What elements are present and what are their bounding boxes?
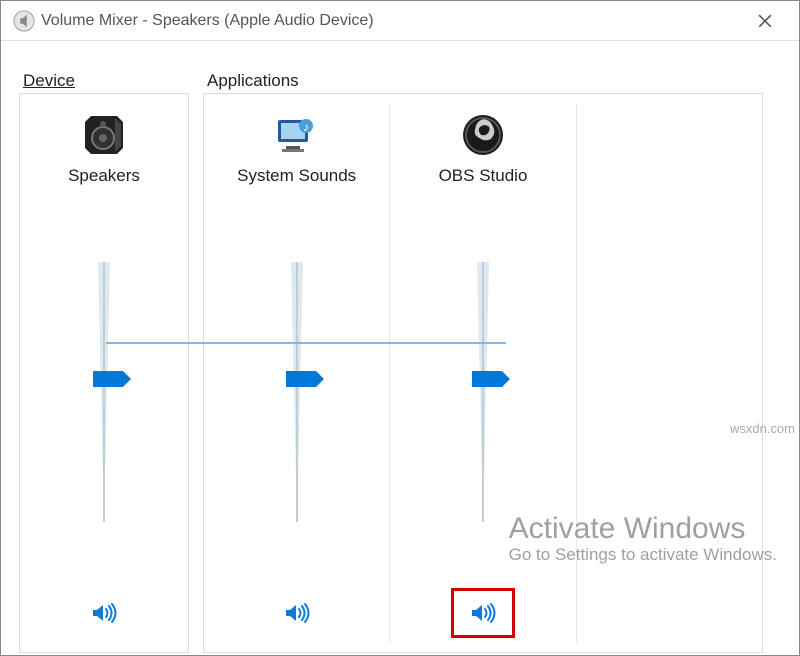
volume-mixer-icon — [13, 10, 35, 32]
system-sounds-icon: ♪ — [272, 108, 322, 162]
applications-section: Applications ♪ System Sounds OBS Studio — [203, 71, 763, 645]
speaker-wave-icon — [283, 601, 311, 630]
volume-column: ♪ System Sounds — [204, 104, 390, 642]
slider-area — [390, 186, 575, 598]
device-header: Device — [19, 71, 203, 91]
close-icon — [758, 14, 772, 28]
slider-thumb[interactable] — [472, 371, 502, 387]
applications-panel: ♪ System Sounds OBS Studio — [203, 93, 763, 653]
device-panel: Speakers — [19, 93, 189, 653]
source-watermark: wsxdn.com — [730, 421, 795, 436]
column-label: System Sounds — [237, 166, 356, 186]
close-button[interactable] — [743, 3, 787, 39]
mute-button[interactable] — [278, 598, 316, 632]
svg-text:♪: ♪ — [303, 120, 309, 134]
speaker-device-icon — [79, 108, 129, 162]
speaker-wave-icon — [90, 601, 118, 630]
title-bar: Volume Mixer - Speakers (Apple Audio Dev… — [1, 1, 799, 41]
volume-column: OBS Studio — [390, 104, 576, 642]
slider-area — [20, 186, 188, 598]
device-section: Device Speakers — [19, 71, 203, 645]
mute-button[interactable] — [85, 598, 123, 632]
window-frame: Volume Mixer - Speakers (Apple Audio Dev… — [0, 0, 800, 656]
red-highlight-box — [451, 588, 515, 638]
device-link-line — [106, 342, 506, 344]
column-label: Speakers — [68, 166, 140, 186]
applications-header: Applications — [203, 71, 763, 91]
volume-column: Speakers — [20, 104, 188, 642]
slider-thumb[interactable] — [93, 371, 123, 387]
slider-thumb[interactable] — [286, 371, 316, 387]
column-label: OBS Studio — [439, 166, 528, 186]
window-title: Volume Mixer - Speakers (Apple Audio Dev… — [41, 12, 743, 30]
obs-icon — [458, 108, 508, 162]
slider-area — [204, 186, 389, 598]
empty-column — [577, 104, 762, 642]
content-area: Device Speakers Applications ♪ System Sou… — [1, 41, 799, 655]
